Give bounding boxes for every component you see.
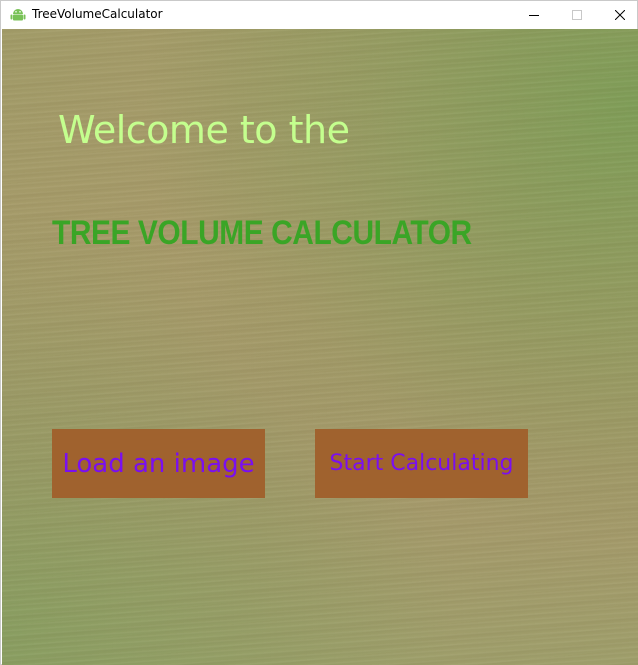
minimize-button[interactable] <box>511 1 556 28</box>
window-title: TreeVolumeCalculator <box>32 7 163 21</box>
close-button[interactable] <box>597 1 638 28</box>
app-window: TreeVolumeCalculator Welcome to the TREE… <box>0 0 638 665</box>
app-name-heading: TREE VOLUME CALCULATOR <box>52 214 472 252</box>
close-icon <box>614 5 625 24</box>
android-icon <box>10 7 26 21</box>
maximize-icon <box>571 5 582 24</box>
load-image-button[interactable]: Load an image <box>52 429 265 498</box>
minimize-icon <box>528 5 539 24</box>
welcome-heading: Welcome to the <box>58 108 350 152</box>
start-calculating-button[interactable]: Start Calculating <box>315 429 528 498</box>
main-panel: Welcome to the TREE VOLUME CALCULATOR Lo… <box>2 29 638 665</box>
title-bar[interactable]: TreeVolumeCalculator <box>1 1 637 28</box>
maximize-button[interactable] <box>554 1 599 28</box>
